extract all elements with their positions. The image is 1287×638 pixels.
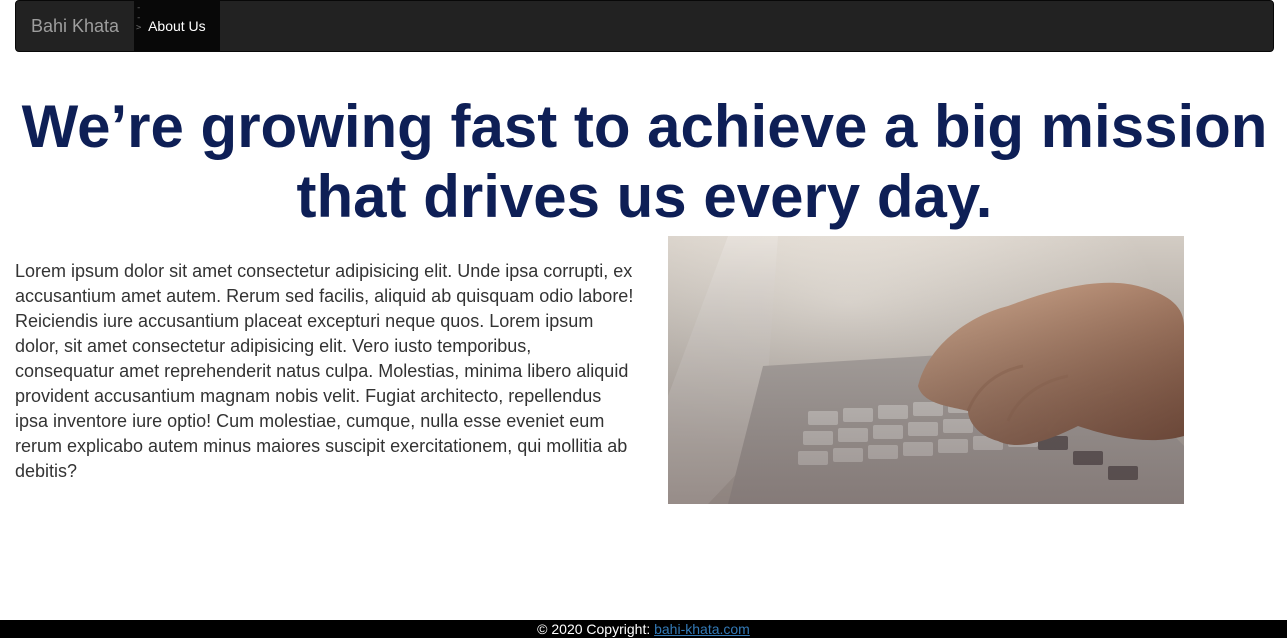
page-footer: © 2020 Copyright: bahi-khata.com (0, 620, 1287, 638)
brand-label: Bahi Khata (31, 15, 120, 36)
copyright-text: © 2020 Copyright: (537, 621, 655, 637)
headline-line-1: We’re growing fast to achieve a big miss… (21, 93, 1268, 160)
nav-item-about-us[interactable]: About Us (134, 1, 220, 51)
brand-link[interactable]: Bahi Khata --> (16, 1, 141, 51)
page-headline: We’re growing fast to achieve a big miss… (15, 92, 1274, 232)
headline-line-2: that drives us every day. (296, 163, 993, 230)
laptop-typing-image (668, 236, 1184, 504)
stray-comment-text: --> (136, 3, 142, 33)
about-paragraph: Lorem ipsum dolor sit amet consectetur a… (15, 261, 634, 481)
top-navbar: Bahi Khata --> About Us (15, 0, 1274, 52)
footer-site-link[interactable]: bahi-khata.com (654, 621, 750, 637)
